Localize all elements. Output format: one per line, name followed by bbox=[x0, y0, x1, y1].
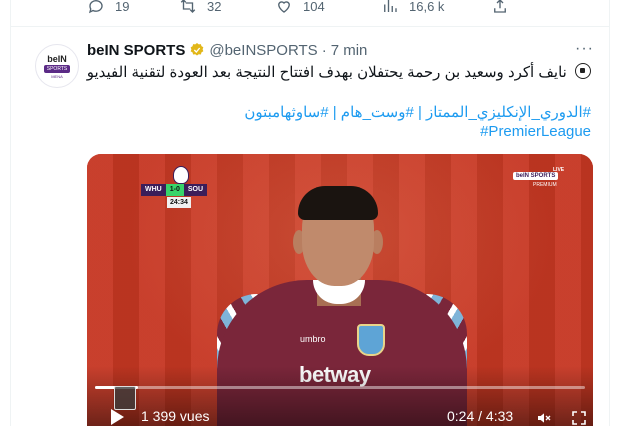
retweet-count: 32 bbox=[207, 0, 222, 14]
tweet-text-content: نايف أكرد وسعيد بن رحمة يحتفلان بهدف افت… bbox=[86, 64, 567, 81]
timeline: 19 32 104 16,6 k beIN SPORTS MENA beIN S… bbox=[10, 0, 610, 426]
avatar-logo-region: MENA bbox=[51, 73, 63, 79]
tweet-time[interactable]: 7 min bbox=[331, 42, 368, 59]
match-score: 1-0 bbox=[165, 184, 184, 196]
video-views: 1 399 vues bbox=[141, 408, 210, 424]
fullscreen-icon[interactable] bbox=[571, 410, 587, 426]
views-count: 16,6 k bbox=[409, 0, 445, 14]
broadcaster-logo: beIN SPORTS bbox=[513, 172, 559, 180]
header-separator: · bbox=[321, 41, 327, 59]
scoreboard: WHU 1-0 SOU bbox=[141, 184, 208, 196]
tweet-hashtags-arabic[interactable]: #الدوري_الإنكليزي_الممتاز | #وست_هام | #… bbox=[244, 103, 591, 121]
avatar[interactable]: beIN SPORTS MENA bbox=[35, 44, 79, 88]
preview-thumbnail bbox=[114, 386, 136, 410]
away-team: SOU bbox=[183, 184, 208, 196]
reply-count: 19 bbox=[115, 0, 130, 14]
like-icon bbox=[278, 1, 290, 13]
reply-button[interactable]: 19 bbox=[87, 0, 129, 18]
player-hair bbox=[298, 186, 378, 220]
views-button[interactable]: 16,6 k bbox=[381, 0, 444, 18]
tweet-hashtag-premierleague[interactable]: #PremierLeague bbox=[480, 123, 591, 140]
like-count: 104 bbox=[303, 0, 325, 14]
tweet-header: beIN SPORTS @beINSPORTS · 7 min bbox=[87, 40, 367, 60]
retweet-button[interactable]: 32 bbox=[179, 0, 221, 18]
broadcaster-sub: PREMIUM bbox=[533, 182, 557, 188]
author-handle[interactable]: @beINSPORTS bbox=[209, 42, 317, 59]
share-icon bbox=[494, 0, 506, 13]
avatar-logo-text: beIN bbox=[47, 53, 67, 64]
progress-bar[interactable] bbox=[95, 386, 585, 389]
retweet-icon bbox=[180, 0, 196, 13]
tweet-text: نايف أكرد وسعيد بن رحمة يحتفلان بهدف افت… bbox=[87, 63, 591, 81]
play-icon[interactable] bbox=[111, 409, 124, 425]
author-name[interactable]: beIN SPORTS bbox=[87, 42, 185, 59]
verified-icon bbox=[191, 43, 204, 56]
home-team: WHU bbox=[141, 184, 166, 196]
views-icon bbox=[384, 0, 397, 12]
more-options-icon[interactable]: ··· bbox=[575, 40, 594, 58]
match-clock: 24:34 bbox=[167, 197, 191, 208]
share-button[interactable] bbox=[491, 0, 509, 18]
soccer-ball-icon bbox=[575, 63, 591, 79]
avatar-logo-sub: SPORTS bbox=[43, 64, 71, 73]
kit-brand: umbro bbox=[300, 334, 326, 344]
reply-icon bbox=[88, 0, 103, 14]
premier-league-logo-icon bbox=[173, 166, 189, 184]
video-time: 0:24 / 4:33 bbox=[447, 408, 514, 424]
volume-icon[interactable] bbox=[535, 410, 553, 426]
tweet-divider bbox=[11, 26, 609, 27]
previous-tweet-actions: 19 32 104 16,6 k bbox=[11, 0, 609, 26]
like-button[interactable]: 104 bbox=[275, 0, 325, 18]
video-player[interactable]: umbro betway WHU 1-0 SOU 24:34 LIVE beIN… bbox=[87, 154, 593, 426]
club-crest-icon bbox=[357, 324, 385, 356]
